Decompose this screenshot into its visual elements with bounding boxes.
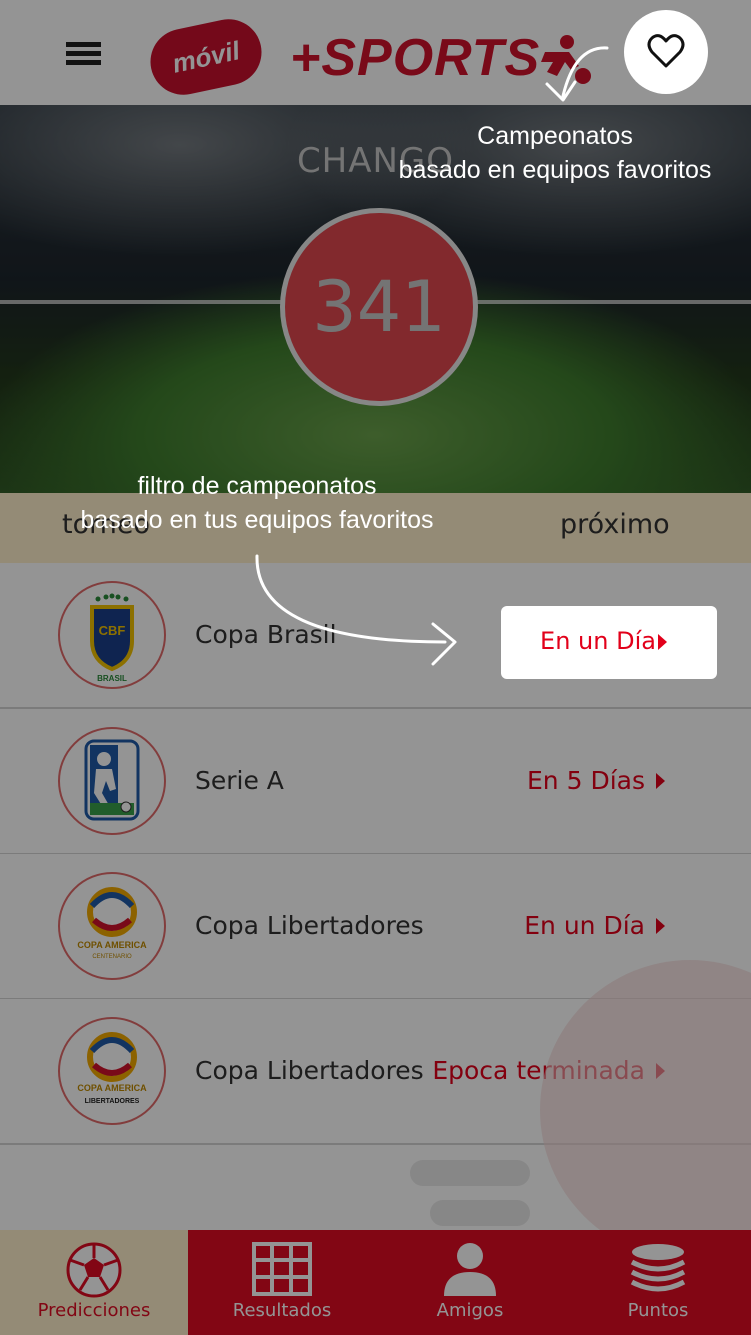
next-match-highlight-button[interactable]: En un Día	[501, 606, 717, 679]
tip-line: basado en tus equipos favoritos	[80, 506, 434, 534]
heart-icon	[647, 34, 685, 68]
curved-arrow-icon	[545, 46, 609, 102]
filter-tip: filtro de campeonatos basado en tus equi…	[52, 469, 462, 537]
tip-line: filtro de campeonatos	[137, 472, 377, 500]
favorites-tip: Campeonatos basado en equipos favoritos	[380, 119, 730, 187]
tip-line: basado en equipos favoritos	[398, 156, 712, 184]
favorites-button[interactable]	[624, 10, 708, 94]
chevron-right-icon	[658, 634, 667, 650]
curved-arrow-icon	[255, 554, 457, 666]
tip-line: Campeonatos	[477, 122, 633, 150]
